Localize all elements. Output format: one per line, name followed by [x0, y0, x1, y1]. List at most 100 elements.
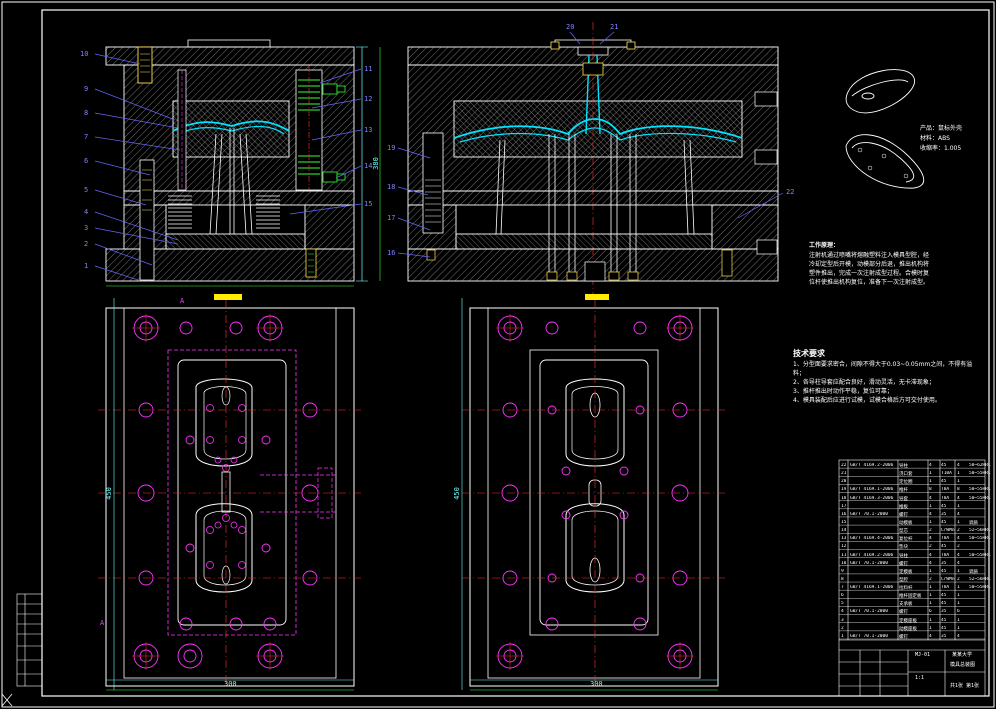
bom-cell: 8 — [841, 576, 844, 582]
bom-cell: 调质 — [969, 569, 978, 575]
bom-cell: 1 — [957, 519, 960, 525]
bom-cell: 21 — [841, 471, 847, 477]
bom-cell: GB/T 70.1-2000 — [850, 609, 888, 615]
bom-cell: 52~56HRC — [969, 528, 991, 534]
bom-cell: 定位圈 — [899, 480, 913, 486]
bom-cell: GB/T 70.1-2000 — [850, 560, 888, 566]
bom-cell: 推杆 — [899, 488, 908, 494]
dim-left-height: 380 — [371, 157, 380, 170]
bom-cell: 1 — [929, 585, 932, 591]
callout-4: 4 — [84, 208, 89, 216]
bom-cell: 7 — [841, 585, 844, 591]
callout-7: 7 — [84, 133, 89, 141]
bom-cell: GB/T 70.1-2000 — [850, 633, 888, 639]
bom-cell: 2 — [957, 544, 960, 550]
plan-view-left — [98, 294, 362, 691]
bom-cell: T8A — [941, 552, 950, 558]
bom-cell: T8A — [941, 495, 950, 501]
tech-item: 3、推杆推出时动作平稳，复位可靠； — [793, 388, 893, 395]
bom-cell: GB/T 4169.4-2006 — [850, 536, 894, 542]
dim-plan-width-left: 300 — [224, 680, 237, 688]
callout-9: 9 — [84, 85, 89, 93]
bom-cell: GB/T 4169.1-2006 — [850, 585, 894, 591]
callout-6: 6 — [84, 157, 89, 165]
bom-cell: 1 — [957, 503, 960, 509]
bom-cell: 1 — [929, 471, 932, 477]
callout-20: 20 — [566, 23, 575, 31]
bom-cell: 50~55HRC — [969, 552, 991, 558]
dim-plan-height: 450 — [104, 487, 113, 500]
tech-heading: 技术要求 — [793, 349, 825, 358]
bom-cell: 2 — [929, 576, 932, 582]
bom-cell: 2 — [929, 528, 932, 534]
bom-cell: 22 — [841, 463, 847, 468]
bom-cell: 1 — [929, 479, 932, 485]
bom-cell: 支承板 — [899, 602, 913, 608]
bom-cell: 复位杆 — [899, 537, 913, 543]
bom-cell: 17 — [841, 503, 847, 509]
bom-cell: 35 — [941, 511, 947, 517]
bom-cell: 50~55HRC — [969, 495, 991, 501]
bom-cell: 13 — [841, 536, 847, 542]
bom-cell: 4 — [929, 536, 932, 542]
bom-cell: 1 — [929, 601, 932, 607]
part-shrink: 收缩率：1.005 — [920, 145, 962, 152]
callout-15: 15 — [364, 200, 373, 208]
bom-cell: GB/T 4169.1-2006 — [850, 487, 894, 493]
bom-cell: T8A — [941, 487, 950, 493]
bom-cell: 推杆固定板 — [899, 594, 922, 600]
binding-strip — [16, 593, 43, 687]
bom-cell: GB/T 4169.2-2006 — [850, 463, 894, 468]
bom-cell: 浇口套 — [899, 472, 913, 478]
bom-cell: 20 — [841, 479, 847, 485]
bom-cell: 2 — [929, 544, 932, 550]
bom-cell: CrWMn — [941, 528, 955, 534]
callout-21: 21 — [610, 23, 619, 31]
tech-item: 1、分型面要求密合，间隙不得大于0.03~0.05mm之间，不得有溢料； — [793, 361, 973, 377]
bom-cell: T8A — [941, 585, 950, 591]
bom-cell: 1 — [929, 617, 932, 623]
bom-cell: 4 — [929, 511, 932, 517]
bom-cell: 垫块 — [899, 545, 908, 551]
bom-cell: 1 — [929, 568, 932, 574]
bom-cell: 导柱 — [899, 553, 908, 559]
callout-5: 5 — [84, 186, 89, 194]
bom-cell: 4 — [957, 560, 960, 566]
bill-of-materials: 22 GB/T 4169.2-2006 导柱 4 45 4 58~62HRC 21 浇口套 1 T1… — [841, 461, 991, 640]
bom-cell: 45 — [941, 625, 947, 631]
title-sheet: 共1张 第1张 — [950, 683, 980, 689]
bom-cell: 1 — [957, 585, 960, 591]
bom-cell: 6 — [929, 609, 932, 615]
part-product: 产品：鼠标外壳 — [920, 125, 963, 132]
bom-cell: T10A — [941, 471, 952, 477]
bom-cell: 4 — [957, 495, 960, 501]
bom-cell: 4 — [841, 609, 844, 615]
bom-cell: 拉料杆 — [899, 586, 913, 592]
bom-cell: 45 — [941, 601, 947, 607]
bom-cell: 1 — [929, 519, 932, 525]
bom-cell: 定模板 — [899, 569, 913, 575]
bom-cell: 2 — [841, 625, 844, 631]
bom-cell: 14 — [841, 528, 847, 534]
callout-18: 18 — [387, 183, 396, 191]
bom-cell: 9 — [841, 568, 844, 574]
bom-cell: 导柱 — [899, 464, 908, 469]
section-view-right — [407, 22, 779, 300]
tech-list: 1、分型面要求密合，间隙不得大于0.03~0.05mm之间，不得有溢料； 2、各… — [793, 360, 978, 405]
bom-cell: 50~55HRC — [969, 536, 991, 542]
bom-cell: 52~56HRC — [969, 576, 991, 582]
bom-cell: 1 — [957, 471, 960, 477]
bom-cell: 2 — [957, 528, 960, 534]
dim-plan-width-right: 300 — [590, 680, 603, 688]
bom-cell: GB/T 4169.3-2006 — [850, 495, 894, 501]
callout-22: 22 — [786, 188, 795, 196]
bom-cell: 动模板 — [899, 520, 913, 526]
bom-cell: 1 — [957, 593, 960, 599]
bom-cell: 18 — [841, 495, 847, 501]
bom-cell: 螺钉 — [899, 561, 908, 567]
bom-cell: 4 — [957, 633, 960, 639]
bom-cell: 11 — [841, 552, 847, 558]
bom-cell: 螺钉 — [899, 610, 908, 616]
bom-cell: 1 — [929, 503, 932, 509]
bom-cell: 12 — [841, 544, 847, 550]
